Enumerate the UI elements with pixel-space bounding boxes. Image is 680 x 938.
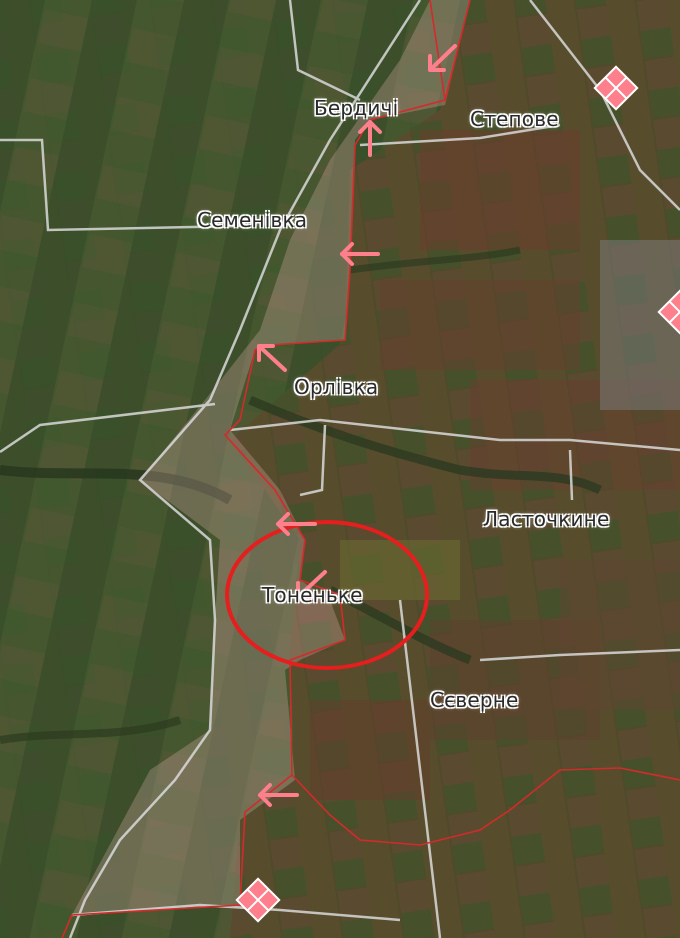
place-label-berdychi[interactable]: Бердичі — [314, 96, 398, 120]
place-label-lastochkyne[interactable]: Ласточкине — [483, 507, 609, 531]
map-canvas[interactable] — [0, 0, 680, 938]
place-label-orlivka[interactable]: Орлівка — [294, 375, 378, 399]
place-label-siverne[interactable]: Сєверне — [430, 688, 519, 712]
map-view[interactable]: Бердичі Степове Семенівка Орлівка Ласточ… — [0, 0, 680, 938]
place-label-tonenke[interactable]: Тоненьке — [262, 583, 363, 607]
place-label-stepove[interactable]: Степове — [470, 107, 559, 131]
place-label-semenivka[interactable]: Семенівка — [197, 208, 307, 232]
